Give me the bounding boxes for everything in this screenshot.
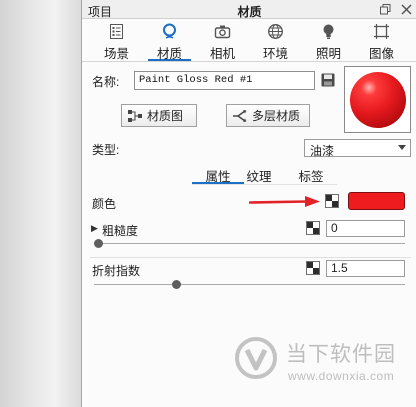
image-frame-icon [374,24,389,39]
tab-scene-label: 场景 [103,47,129,61]
material-panel: 项目 材质 场景 材质 相机 环境 照明 图像 名称: Paint Gloss … [81,0,416,407]
tab-camera[interactable]: 相机 [196,20,249,61]
globe-icon [268,24,283,39]
section-divider [90,257,411,258]
refraction-index-input[interactable]: 1.5 [326,260,405,277]
tab-material-label: 材质 [156,47,182,61]
color-swatch[interactable] [348,192,405,210]
red-sphere-preview [350,72,406,128]
tab-material[interactable]: 材质 [143,20,196,61]
triangle-right-icon[interactable]: ▶ [91,223,98,234]
tab-scene[interactable]: 场景 [90,20,143,61]
tab-image-label: 图像 [368,47,394,61]
branch-icon [233,109,247,122]
lightbulb-icon [323,24,334,39]
subtabs-divider [192,184,337,185]
roughness-label: 粗糙度 [102,224,139,238]
roughness-input[interactable]: 0 [326,220,405,237]
close-icon[interactable] [401,4,412,15]
watermark-name: 当下软件园 [286,343,396,366]
type-value: 油漆 [310,144,335,158]
name-label: 名称: [92,75,120,89]
roughness-texture-checker-icon[interactable] [306,221,320,235]
watermark-url: www.downxia.com [288,369,395,383]
active-subtab-underline [192,182,244,184]
color-texture-checker-icon[interactable] [325,194,339,208]
tab-environment-label: 环境 [262,47,288,61]
subtab-texture[interactable]: 纹理 [242,166,276,184]
material-name-input[interactable]: Paint Gloss Red #1 [134,71,315,90]
watermark-logo-icon [235,337,277,379]
chevron-down-icon [398,145,406,150]
type-label: 类型: [92,143,120,157]
multi-layer-button[interactable]: 多层材质 [226,104,310,127]
multi-layer-label: 多层材质 [252,109,301,123]
refraction-slider-knob[interactable] [172,280,182,289]
roughness-slider[interactable] [94,239,405,248]
node-graph-icon [128,109,142,122]
panel-title: 材质 [237,5,262,19]
tab-lighting[interactable]: 照明 [302,20,355,61]
material-icon [163,23,176,39]
material-preview[interactable] [344,66,411,133]
tab-camera-label: 相机 [209,47,235,61]
tabs-divider [82,61,416,62]
save-icon[interactable] [321,73,335,87]
refraction-index-slider[interactable] [94,280,405,289]
tab-lighting-label: 照明 [315,47,341,61]
restore-icon[interactable] [380,4,391,15]
title-bar: 项目 材质 [82,0,416,19]
material-graph-button[interactable]: 材质图 [121,104,197,127]
refraction-texture-checker-icon[interactable] [306,261,320,275]
annotation-arrow [249,196,320,207]
scene-icon [110,24,123,39]
tab-image[interactable]: 图像 [355,20,408,61]
roughness-slider-track [94,243,405,244]
subtab-properties[interactable]: 属性 [192,166,244,184]
color-label: 颜色 [92,197,117,211]
camera-icon [214,25,231,39]
roughness-slider-knob[interactable] [94,239,103,248]
refraction-index-label: 折射指数 [92,264,141,278]
subtab-labels[interactable]: 标签 [291,166,331,184]
refraction-slider-track [94,284,405,285]
material-graph-label: 材质图 [147,109,184,123]
main-tabs: 场景 材质 相机 环境 照明 图像 [90,20,408,61]
type-dropdown[interactable]: 油漆 [304,139,411,158]
tab-environment[interactable]: 环境 [249,20,302,61]
